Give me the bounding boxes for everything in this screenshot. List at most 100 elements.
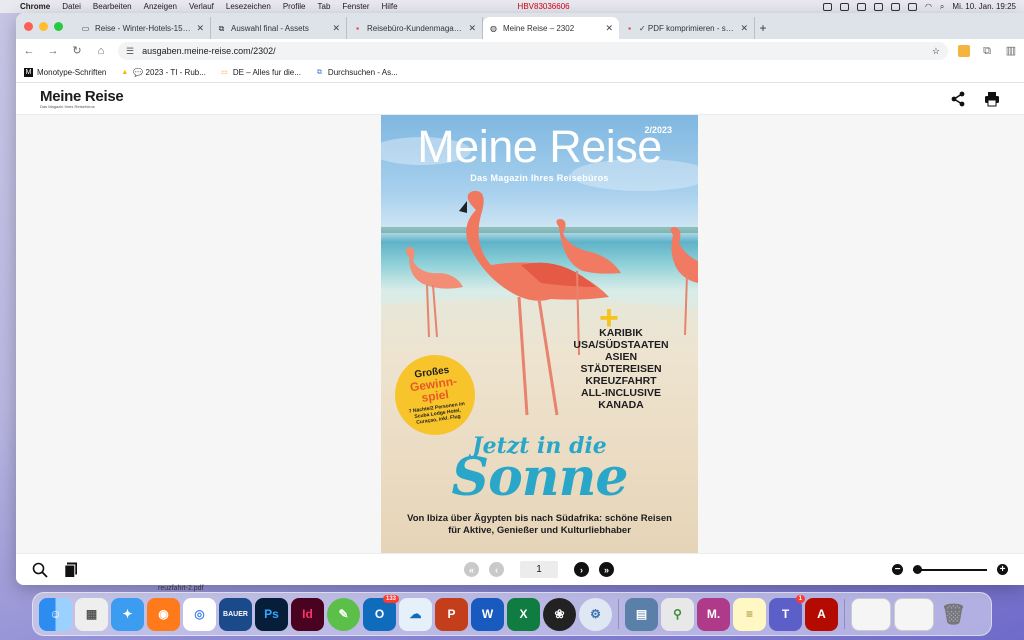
photoshop-app[interactable]: Ps — [255, 597, 288, 631]
close-tab-icon[interactable]: ✕ — [468, 23, 476, 34]
colorful-app[interactable]: ❀ — [543, 597, 576, 631]
word-app[interactable]: W — [471, 597, 504, 631]
last-page-button[interactable]: » — [599, 562, 614, 577]
pages-icon[interactable] — [64, 562, 78, 578]
menu-bearbeiten[interactable]: Bearbeiten — [93, 2, 132, 11]
menu-lesezeichen[interactable]: Lesezeichen — [226, 2, 271, 11]
chrome-app[interactable]: ◎ — [183, 597, 216, 631]
site-settings-icon[interactable]: ☰ — [126, 46, 134, 57]
first-page-button[interactable]: « — [464, 562, 479, 577]
safari-app[interactable]: ✦ — [111, 597, 144, 631]
bookmark-label: Monotype-Schriften — [37, 68, 107, 77]
extensions-puzzle-icon[interactable]: ⧉ — [980, 44, 994, 58]
minimize-window-button[interactable] — [39, 21, 48, 31]
tab-title: Reisebüro-Kundenmagazin: 2 — [367, 23, 464, 33]
nas-app[interactable]: ▤ — [625, 597, 658, 631]
tab-auswahl-final[interactable]: ⧉ Auswahl final - Assets ✕ — [211, 17, 347, 39]
status-icon-4[interactable] — [873, 2, 883, 11]
bookmark-star-icon[interactable]: ☆ — [932, 46, 940, 57]
tab-reisebuero-kundenmagazin[interactable]: ▪ Reisebüro-Kundenmagazin: 2 ✕ — [347, 17, 483, 39]
bookmark-monotype[interactable]: M Monotype-Schriften — [24, 68, 106, 77]
search-icon[interactable] — [32, 562, 48, 578]
tab-pdf-komprimieren[interactable]: ▪ ✓ PDF komprimieren - schn ✕ — [619, 17, 755, 39]
site-logo[interactable]: Meine Reise Das Magazin Ihres Reisebüros — [40, 88, 124, 109]
network-app[interactable]: ⚙ — [579, 597, 612, 631]
menu-profile[interactable]: Profile — [283, 2, 306, 11]
bookmark-de-alles[interactable]: ▭ DE – Alles fur die... — [220, 68, 301, 77]
menu-app-name[interactable]: Chrome — [20, 2, 50, 11]
flipbook-viewer: 2/2023 Meine Reise Das Magazin Ihres Rei… — [16, 115, 1024, 553]
excel-app[interactable]: X — [507, 597, 540, 631]
side-panel-icon[interactable]: ▥ — [1004, 44, 1018, 58]
firefox-app[interactable]: ◉ — [147, 597, 180, 631]
m-app[interactable]: M. — [697, 597, 730, 631]
zoom-in-button[interactable]: + — [997, 564, 1008, 575]
zoom-slider-thumb[interactable] — [912, 564, 922, 574]
search-icon[interactable]: ⌕ — [940, 2, 944, 12]
extension-icon[interactable] — [958, 45, 970, 57]
bookmark-durchsuchen[interactable]: ⧉ Durchsuchen - As... — [315, 68, 398, 77]
tab-meine-reise[interactable]: ◍ Meine Reise – 2302 ✕ — [483, 17, 619, 39]
menu-tab[interactable]: Tab — [318, 2, 331, 11]
menu-alert-text[interactable]: HBV83036606 — [518, 2, 570, 11]
powerpoint-app[interactable]: P — [435, 597, 468, 631]
bauer-app[interactable]: BAUER — [219, 597, 252, 631]
print-icon[interactable] — [984, 91, 1000, 107]
tab-reise-winter-hotels[interactable]: ▭ Reise - Winter-Hotels-157519 ✕ — [75, 17, 211, 39]
magazine-cover[interactable]: 2/2023 Meine Reise Das Magazin Ihres Rei… — [381, 115, 698, 553]
launchpad-app[interactable]: ▦ — [75, 597, 108, 631]
zoom-slider[interactable] — [912, 564, 987, 574]
outlook-app[interactable]: O 133 — [363, 594, 399, 631]
next-page-button[interactable]: › — [574, 562, 589, 577]
menu-hilfe[interactable]: Hilfe — [382, 2, 398, 11]
cover-description: Von Ibiza über Ägypten bis nach Südafrik… — [407, 513, 672, 536]
outlook-badge: 133 — [382, 594, 399, 603]
finder-app[interactable]: ☺ — [39, 597, 72, 631]
bookmark-2023-ti[interactable]: ▲ 💬 2023 - TI - Rub... — [120, 68, 205, 77]
header-actions — [950, 91, 1000, 107]
page-navigation: « ‹ 1 › » — [464, 561, 614, 578]
zoom-out-button[interactable]: − — [892, 564, 903, 575]
reload-button[interactable]: ↻ — [70, 44, 84, 58]
onedrive-app[interactable]: ☁ — [399, 597, 432, 631]
wifi-icon[interactable]: ◠ — [925, 2, 932, 11]
menu-fenster[interactable]: Fenster — [342, 2, 369, 11]
indesign-app[interactable]: Id — [291, 597, 324, 631]
close-tab-icon[interactable]: ✕ — [196, 23, 204, 34]
forward-button[interactable]: → — [46, 44, 60, 58]
url-text[interactable]: ausgaben.meine-reise.com/2302/ — [142, 46, 924, 56]
teams-app[interactable]: T1 — [769, 594, 805, 631]
tab-title: ✓ PDF komprimieren - schn — [639, 23, 736, 33]
menu-anzeigen[interactable]: Anzeigen — [144, 2, 177, 11]
address-bar[interactable]: ☰ ausgaben.meine-reise.com/2302/ ☆ — [118, 42, 948, 60]
close-tab-icon[interactable]: ✕ — [332, 23, 340, 34]
clock[interactable]: Mi. 10. Jan. 19:25 — [952, 2, 1016, 11]
battery-icon[interactable] — [907, 2, 917, 11]
acrobat-app[interactable]: A — [805, 597, 838, 631]
notes-app[interactable]: ≡ — [733, 597, 766, 631]
window-preview-1[interactable] — [851, 597, 891, 631]
menu-datei[interactable]: Datei — [62, 2, 81, 11]
status-icon-5[interactable] — [890, 2, 900, 11]
window-preview-2[interactable] — [894, 597, 934, 631]
macos-dock: ☺ ▦ ✦ ◉ ◎ BAUER Ps Id ✎ O 133 ☁ P W X ❀ ⚙… — [32, 592, 992, 636]
close-tab-icon[interactable]: ✕ — [740, 23, 748, 34]
previous-page-button[interactable]: ‹ — [489, 562, 504, 577]
page-number-field[interactable]: 1 — [520, 561, 558, 578]
viewer-controls: « ‹ 1 › » − + — [16, 553, 1024, 585]
download-file-label[interactable]: reuzfahrt-2.pdf — [158, 585, 204, 592]
back-button[interactable]: ← — [22, 44, 36, 58]
status-icon-1[interactable] — [822, 2, 832, 11]
vpn-app[interactable]: ⚲ — [661, 597, 694, 631]
close-window-button[interactable] — [24, 21, 33, 31]
pencil-app[interactable]: ✎ — [327, 597, 360, 631]
share-icon[interactable] — [950, 91, 966, 107]
status-icon-3[interactable] — [856, 2, 866, 11]
home-button[interactable]: ⌂ — [94, 44, 108, 58]
close-tab-icon[interactable]: ✕ — [605, 23, 613, 34]
zoom-window-button[interactable] — [54, 21, 63, 31]
menu-verlauf[interactable]: Verlauf — [189, 2, 214, 11]
trash-icon[interactable]: 🗑 — [937, 598, 970, 631]
status-icon-2[interactable] — [839, 2, 849, 11]
new-tab-button[interactable]: + — [755, 17, 771, 39]
